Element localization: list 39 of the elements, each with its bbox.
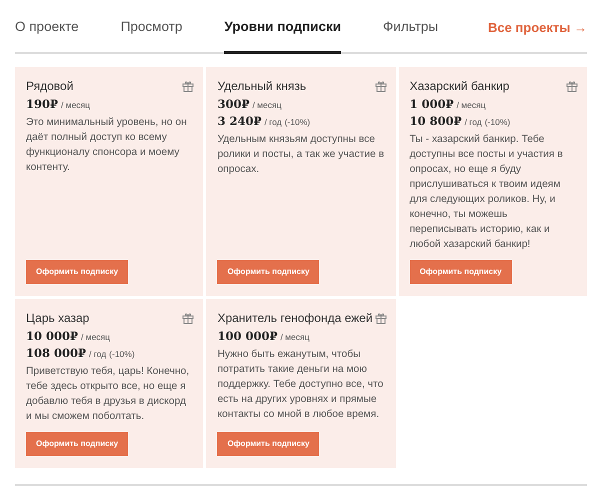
price-period: / год [464, 117, 482, 127]
tier-name: Удельный князь [217, 79, 306, 93]
nav-tab[interactable]: Уровни подписки [224, 0, 342, 54]
price-period: / месяц [81, 332, 110, 342]
price-amount: 10 800₽ [410, 114, 462, 128]
discount-note: (-10%) [109, 349, 135, 359]
subscribe-button[interactable]: Оформить подписку [26, 432, 128, 456]
all-projects-link[interactable]: Все проекты → [488, 20, 587, 34]
nav-tab[interactable]: Фильтры [383, 0, 438, 54]
subscribe-button[interactable]: Оформить подписку [217, 260, 320, 284]
price-amount: 10 000₽ [26, 329, 78, 343]
tier-description: Это минимальный уровень, но он даёт полный доступ ко всему функционалу спонсора и моему контенту. [26, 116, 188, 175]
price-amount: 190₽ [26, 97, 58, 111]
price-period: / месяц [280, 332, 310, 342]
price-amount: 100 000₽ [217, 329, 278, 343]
price-period: / год [264, 117, 282, 127]
tier-description: Ты - хазарский банкир. Тебе доступны все посты и участия в опросах, но еще я буду прислушиваться к твоим идеям для следующих роликов. Ну, и конечно, ты можешь переписывать историю, как и любой хазарский банкир! [410, 133, 564, 252]
tier-description: Приветствую тебя, царь! Конечно, тебе здесь открыто все, но еще я добавлю тебя в друзья в дискорд и мы сможем поболтать. [26, 365, 190, 424]
tier-description: Удельным князьям доступны все ролики и посты, а так же участие в опросах. [217, 133, 385, 177]
price-period: / месяц [252, 100, 282, 110]
price-amount: 108 000₽ [26, 346, 86, 360]
price-amount: 3 240₽ [217, 114, 262, 128]
tier-name: Царь хазар [26, 311, 90, 325]
tier-description: Нужно быть ежанутым, чтобы потратить такие деньги на мою поддержку. Тебе доступно все, что есть на других уровнях и прямые контакты со мной в любое время. [217, 348, 384, 422]
subscribe-button[interactable]: Оформить подписку [26, 260, 128, 284]
tier-name: Рядовой [26, 79, 74, 93]
price-period: / год [89, 349, 106, 359]
nav-tab[interactable]: О проекте [15, 0, 79, 54]
subscribe-button[interactable]: Оформить подписку [217, 432, 320, 456]
price-amount: 1 000₽ [410, 97, 454, 111]
tier-name: Хазарский банкир [410, 79, 510, 93]
price-period: / месяц [61, 100, 90, 110]
discount-note: (-10%) [484, 117, 510, 127]
nav-tab[interactable]: Просмотр [120, 0, 182, 54]
price-amount: 300₽ [217, 97, 250, 111]
tier-name: Хранитель генофонда ежей [217, 311, 373, 325]
subscribe-button[interactable]: Оформить подписку [410, 260, 512, 284]
discount-note: (-10%) [284, 117, 310, 127]
price-period: / месяц [456, 100, 486, 110]
